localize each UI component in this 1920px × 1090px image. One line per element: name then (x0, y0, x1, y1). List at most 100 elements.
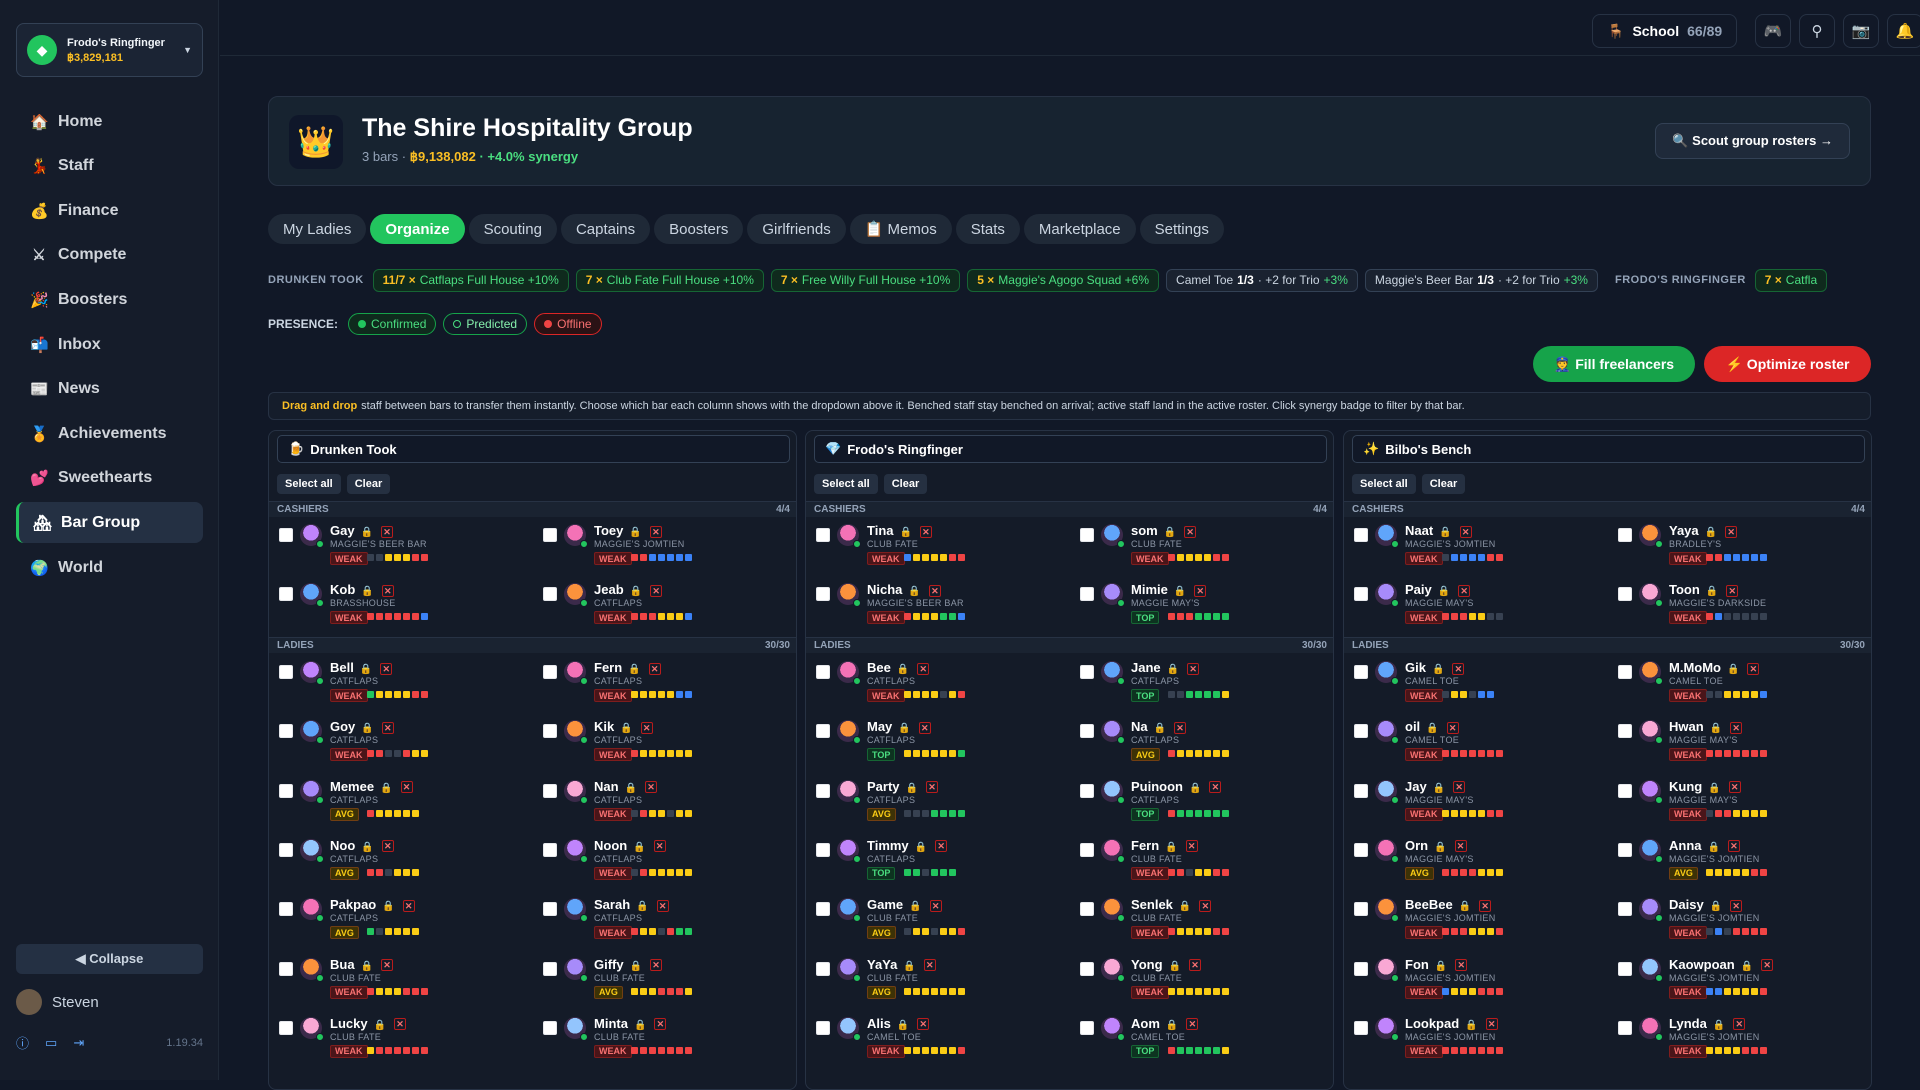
remove-icon[interactable]: ✕ (1728, 781, 1741, 794)
lock-icon[interactable]: 🔒 (633, 842, 645, 853)
lock-icon[interactable]: 🔒 (1438, 586, 1450, 597)
lady-card[interactable]: BeeBee 🔒 ✕ MAGGIE'S JOMTIEN WEAK (1344, 892, 1608, 951)
remove-icon[interactable]: ✕ (1446, 721, 1459, 734)
remove-icon[interactable]: ✕ (381, 721, 394, 734)
chat-icon[interactable]: ▭ (45, 1035, 57, 1051)
lock-icon[interactable]: 🔒 (361, 961, 373, 972)
staff-name[interactable]: Pakpao (330, 897, 376, 912)
sidebar-item-compete[interactable]: ⚔ Compete (16, 235, 203, 276)
lady-card[interactable]: Daisy 🔒 ✕ MAGGIE'S JOMTIEN WEAK (1608, 892, 1871, 951)
select-checkbox[interactable] (1354, 783, 1368, 798)
remove-icon[interactable]: ✕ (381, 840, 394, 853)
staff-name[interactable]: Nicha (867, 582, 902, 597)
tab-scouting[interactable]: Scouting (468, 214, 557, 244)
staff-name[interactable]: M.MoMo (1669, 660, 1721, 675)
staff-name[interactable]: Kik (594, 719, 614, 734)
lock-icon[interactable]: 🔒 (1164, 527, 1176, 538)
lock-icon[interactable]: 🔒 (382, 901, 394, 912)
lock-icon[interactable]: 🔒 (620, 723, 632, 734)
lock-icon[interactable]: 🔒 (1426, 723, 1438, 734)
select-checkbox[interactable] (543, 1020, 557, 1035)
cashier-card[interactable]: Toon 🔒 ✕ MAGGIE'S DARKSIDE WEAK (1608, 577, 1871, 636)
lock-icon[interactable]: 🔒 (909, 901, 921, 912)
lock-icon[interactable]: 🔒 (1189, 783, 1201, 794)
clear-button[interactable]: Clear (1421, 474, 1466, 494)
search-icon[interactable]: ⚲ (1799, 14, 1835, 48)
lock-icon[interactable]: 🔒 (1166, 1020, 1178, 1031)
lady-card[interactable]: Giffy 🔒 ✕ CLUB FATE AVG (533, 952, 796, 1011)
tab-organize[interactable]: Organize (370, 214, 465, 244)
select-checkbox[interactable] (543, 587, 557, 601)
lady-card[interactable]: Yong 🔒 ✕ CLUB FATE WEAK (1070, 952, 1333, 1011)
lock-icon[interactable]: 🔒 (1710, 901, 1722, 912)
lock-icon[interactable]: 🔒 (625, 783, 637, 794)
tab-captains[interactable]: Captains (560, 214, 651, 244)
lady-card[interactable]: Timmy 🔒 ✕ CATFLAPS TOP (806, 833, 1070, 892)
lock-icon[interactable]: 🔒 (915, 842, 927, 853)
lock-icon[interactable]: 🔒 (897, 1020, 909, 1031)
lock-icon[interactable]: 🔒 (361, 842, 373, 853)
lock-icon[interactable]: 🔒 (630, 961, 642, 972)
lady-card[interactable]: Puinoon 🔒 ✕ CATFLAPS TOP (1070, 774, 1333, 833)
lock-icon[interactable]: 🔒 (1434, 842, 1446, 853)
lady-card[interactable]: Nan 🔒 ✕ CATFLAPS WEAK (533, 774, 796, 833)
select-checkbox[interactable] (816, 902, 830, 917)
lock-icon[interactable]: 🔒 (908, 586, 920, 597)
select-checkbox[interactable] (1354, 842, 1368, 857)
select-checkbox[interactable] (816, 665, 830, 679)
staff-name[interactable]: Yaya (1669, 523, 1699, 538)
remove-icon[interactable]: ✕ (1185, 840, 1198, 853)
select-checkbox[interactable] (279, 902, 293, 917)
remove-icon[interactable]: ✕ (394, 1018, 407, 1031)
remove-icon[interactable]: ✕ (400, 781, 413, 794)
remove-icon[interactable]: ✕ (1186, 1018, 1199, 1031)
logout-icon[interactable]: ⇥ (73, 1035, 84, 1051)
staff-name[interactable]: Lynda (1669, 1016, 1707, 1031)
lock-icon[interactable]: 🔒 (1465, 1020, 1477, 1031)
lock-icon[interactable]: 🔒 (1167, 664, 1179, 675)
select-checkbox[interactable] (279, 1020, 293, 1035)
lady-card[interactable]: Fon 🔒 ✕ MAGGIE'S JOMTIEN WEAK (1344, 952, 1608, 1011)
select-checkbox[interactable] (1080, 1020, 1094, 1035)
lady-card[interactable]: Na 🔒 ✕ CATFLAPS AVG (1070, 714, 1333, 773)
account-switcher[interactable]: ◆ Frodo's Ringfinger ฿3,829,181 ▼ (16, 23, 203, 77)
remove-icon[interactable]: ✕ (1761, 959, 1774, 972)
lock-icon[interactable]: 🔒 (361, 527, 373, 538)
select-checkbox[interactable] (279, 724, 293, 739)
staff-name[interactable]: Jeab (594, 582, 624, 597)
select-checkbox[interactable] (279, 961, 293, 976)
sidebar-item-news[interactable]: 📰 News (16, 369, 203, 410)
lady-card[interactable]: Hwan 🔒 ✕ MAGGIE MAY'S WEAK (1608, 714, 1871, 773)
select-checkbox[interactable] (279, 783, 293, 798)
remove-icon[interactable]: ✕ (1730, 721, 1743, 734)
select-checkbox[interactable] (543, 528, 557, 542)
remove-icon[interactable]: ✕ (1727, 840, 1740, 853)
remove-icon[interactable]: ✕ (381, 525, 394, 538)
lady-card[interactable]: Kaowpoan 🔒 ✕ MAGGIE'S JOMTIEN WEAK (1608, 952, 1871, 1011)
lady-card[interactable]: Anna 🔒 ✕ MAGGIE'S JOMTIEN AVG (1608, 833, 1871, 892)
scout-rosters-button[interactable]: 🔍 Scout group rosters → (1655, 123, 1850, 159)
staff-name[interactable]: Toon (1669, 582, 1700, 597)
staff-name[interactable]: Noon (594, 838, 627, 853)
presence-confirmed[interactable]: Confirmed (348, 313, 437, 335)
select-checkbox[interactable] (816, 724, 830, 739)
select-checkbox[interactable] (1618, 842, 1632, 857)
synergy-chip[interactable]: 5 × Maggie's Agogo Squad +6% (967, 268, 1160, 292)
select-checkbox[interactable] (1618, 783, 1632, 798)
tab-girlfriends[interactable]: Girlfriends (747, 214, 846, 244)
select-checkbox[interactable] (279, 665, 293, 679)
lock-icon[interactable]: 🔒 (1705, 527, 1717, 538)
staff-name[interactable]: Orn (1405, 838, 1428, 853)
gamepad-icon[interactable]: 🎮 (1755, 14, 1791, 48)
remove-icon[interactable]: ✕ (1187, 662, 1200, 675)
sidebar-item-boosters[interactable]: 🎉 Boosters (16, 279, 203, 320)
staff-name[interactable]: Kung (1669, 779, 1702, 794)
select-checkbox[interactable] (1354, 724, 1368, 739)
staff-name[interactable]: Senlek (1131, 897, 1173, 912)
staff-name[interactable]: Anna (1669, 838, 1702, 853)
presence-offline[interactable]: Offline (534, 313, 602, 335)
lady-card[interactable]: Senlek 🔒 ✕ CLUB FATE WEAK (1070, 892, 1333, 951)
lady-card[interactable]: Orn 🔒 ✕ MAGGIE MAY'S AVG (1344, 833, 1608, 892)
staff-name[interactable]: Nan (594, 779, 619, 794)
staff-name[interactable]: YaYa (867, 957, 897, 972)
